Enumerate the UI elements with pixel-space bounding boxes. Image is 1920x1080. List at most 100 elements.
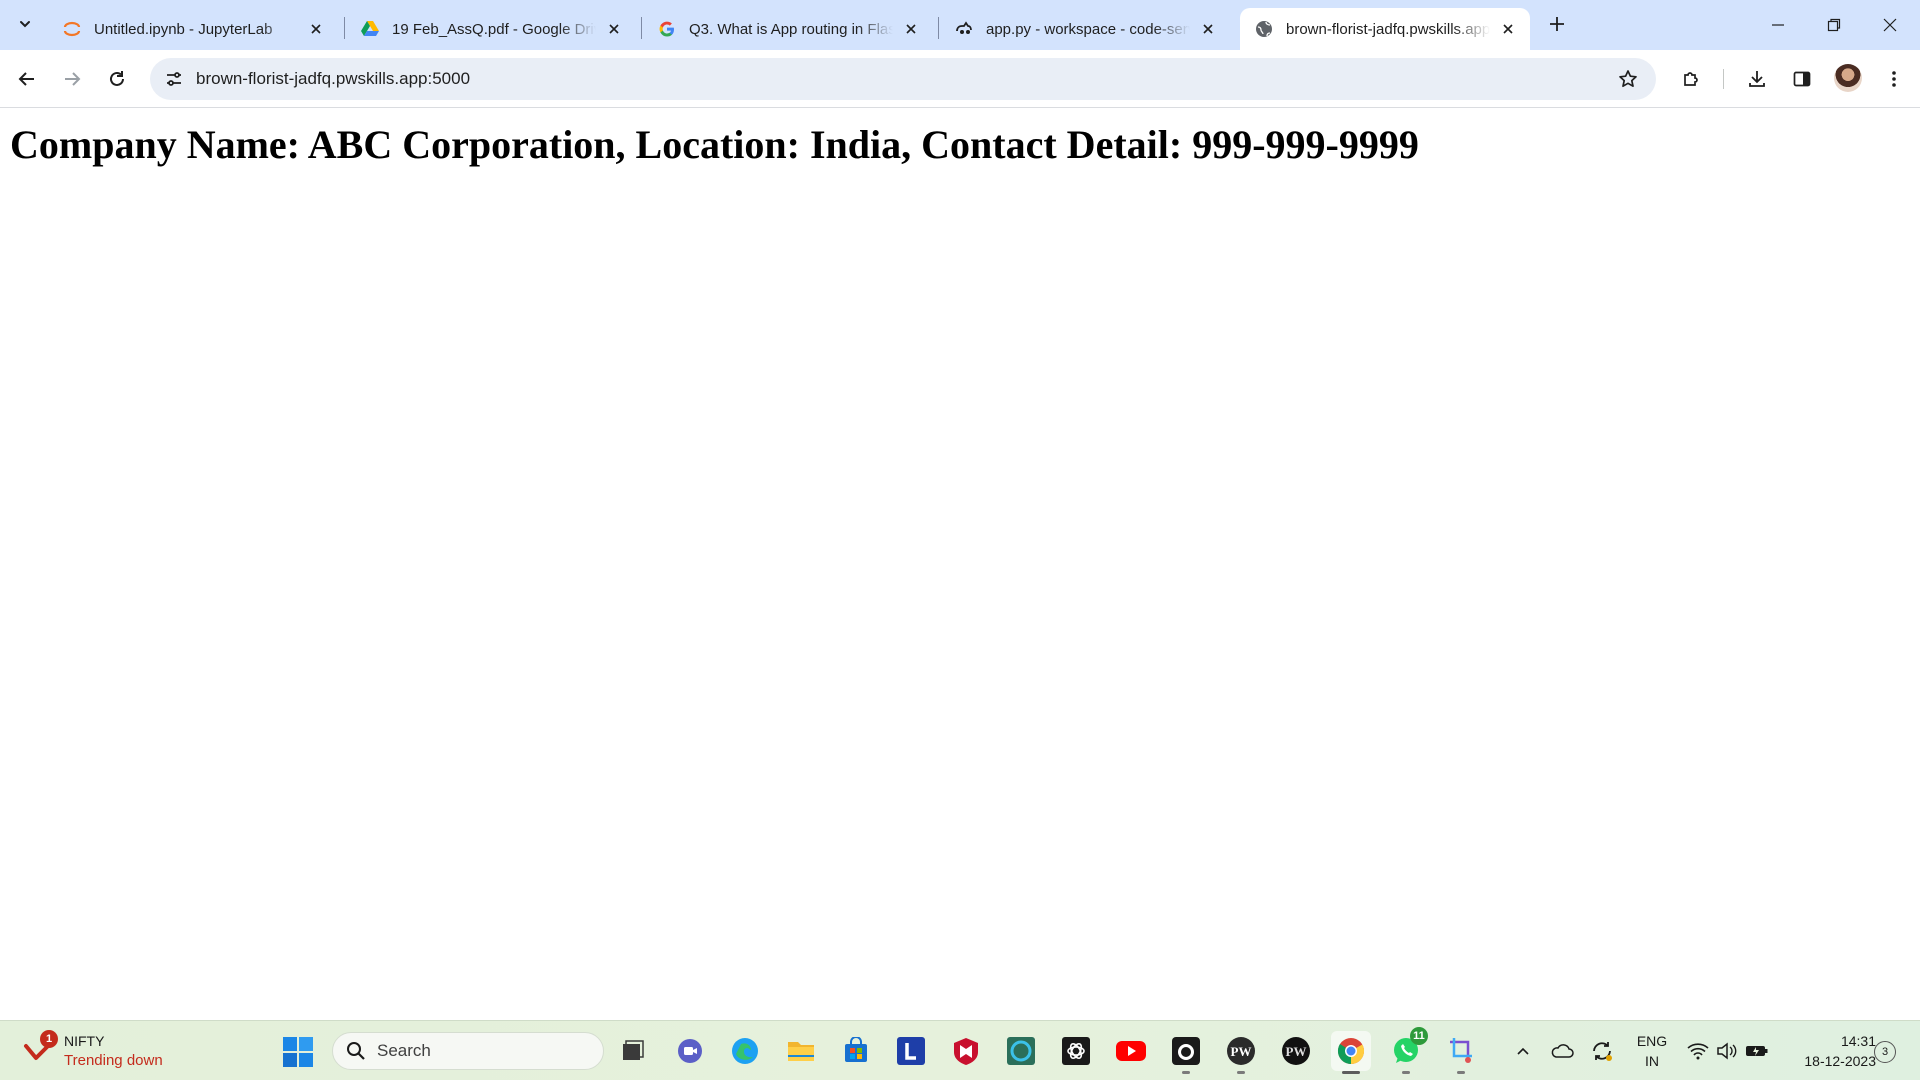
pw-dark-app[interactable]: PW: [1276, 1031, 1316, 1071]
sync-tray[interactable]: [1587, 1035, 1617, 1067]
site-info-icon[interactable]: [158, 63, 190, 95]
running-indicator: [1402, 1071, 1410, 1074]
google-drive-icon: [360, 19, 380, 39]
l-app-icon: [897, 1037, 925, 1065]
file-explorer-app[interactable]: [781, 1031, 821, 1071]
github-app[interactable]: [1166, 1031, 1206, 1074]
close-window-button[interactable]: [1862, 0, 1918, 50]
tab-title: Q3. What is App routing in Flask: [689, 20, 893, 38]
store-icon: [845, 1037, 867, 1062]
menu-button[interactable]: [1876, 61, 1912, 97]
widget-title: NIFTY: [64, 1033, 105, 1049]
forward-button[interactable]: [54, 61, 90, 97]
address-bar[interactable]: brown-florist-jadfq.pwskills.app:5000: [150, 58, 1656, 100]
clock-date: 18-12-2023: [1804, 1053, 1876, 1069]
mcafee-app[interactable]: [946, 1031, 986, 1071]
tab-google-search[interactable]: Q3. What is App routing in Flask: [643, 8, 933, 50]
wifi-tray[interactable]: [1683, 1035, 1713, 1067]
tab-strip: Untitled.ipynb - JupyterLab 19 Feb_AssQ.…: [0, 0, 1920, 50]
tab-code-server[interactable]: app.py - workspace - code-server: [940, 8, 1230, 50]
volume-tray[interactable]: [1712, 1035, 1742, 1067]
tab-jupyterlab[interactable]: Untitled.ipynb - JupyterLab: [48, 8, 338, 50]
wifi-icon: [1687, 1043, 1709, 1060]
close-icon[interactable]: [604, 19, 624, 39]
download-icon: [1749, 71, 1765, 87]
youtube-app[interactable]: [1111, 1031, 1151, 1071]
new-tab-button[interactable]: [1542, 9, 1572, 39]
tab-title: brown-florist-jadfq.pwskills.app:5000: [1286, 20, 1490, 38]
input-language[interactable]: ENG IN: [1630, 1031, 1674, 1071]
globe-icon: [1254, 19, 1274, 39]
downloads-button[interactable]: [1739, 61, 1775, 97]
youtube-icon: [1116, 1041, 1146, 1061]
tab-divider: [641, 17, 642, 39]
whatsapp-app[interactable]: 11: [1386, 1027, 1428, 1074]
store-app[interactable]: [836, 1031, 876, 1071]
reload-icon: [110, 71, 124, 86]
close-icon[interactable]: [1498, 19, 1518, 39]
file-explorer-icon: [788, 1042, 814, 1061]
side-panel-button[interactable]: [1784, 61, 1820, 97]
snipping-tool-icon: [1450, 1038, 1472, 1063]
reload-button[interactable]: [99, 61, 135, 97]
chevron-down-icon: [20, 21, 30, 28]
pw-app[interactable]: PW: [1221, 1031, 1261, 1074]
pw-dark-icon: PW: [1282, 1037, 1310, 1065]
volume-icon: [1717, 1042, 1737, 1060]
running-indicator: [1182, 1071, 1190, 1074]
notification-badge: 11: [1410, 1027, 1428, 1045]
battery-charging-icon: [1746, 1046, 1768, 1056]
profile-avatar[interactable]: [1834, 64, 1862, 92]
tab-search-button[interactable]: [9, 8, 41, 40]
close-icon: [1883, 18, 1897, 32]
back-button[interactable]: [9, 61, 45, 97]
weather-stock-widget[interactable]: 1 NIFTY Trending down: [22, 1029, 163, 1073]
language-code: ENG: [1636, 1033, 1668, 1049]
extensions-button[interactable]: [1673, 61, 1709, 97]
restore-button[interactable]: [1806, 0, 1862, 50]
mcafee-icon: [954, 1038, 978, 1065]
plus-icon: [1550, 17, 1564, 31]
minimize-button[interactable]: [1750, 0, 1806, 50]
github-icon: [1172, 1037, 1200, 1065]
start-button[interactable]: [282, 1036, 314, 1068]
meet-app[interactable]: [670, 1031, 710, 1071]
tab-title: app.py - workspace - code-server: [986, 20, 1190, 38]
snipping-tool-app[interactable]: [1441, 1031, 1481, 1074]
windows-icon: [283, 1037, 313, 1067]
tab-google-drive[interactable]: 19 Feb_AssQ.pdf - Google Drive: [346, 8, 636, 50]
code-server-icon: [954, 19, 974, 39]
chrome-app[interactable]: [1331, 1031, 1371, 1074]
tab-pwskills-app[interactable]: brown-florist-jadfq.pwskills.app:5000: [1240, 8, 1530, 50]
widget-subtitle: Trending down: [64, 1052, 163, 1069]
google-icon: [657, 19, 677, 39]
tab-title: Untitled.ipynb - JupyterLab: [94, 20, 273, 38]
running-indicator: [1342, 1071, 1360, 1074]
chatgpt-icon: [1062, 1037, 1090, 1065]
tab-title: 19 Feb_AssQ.pdf - Google Drive: [392, 20, 596, 38]
svg-text:PW: PW: [1231, 1044, 1252, 1059]
task-view-icon: [623, 1040, 644, 1060]
url-text[interactable]: brown-florist-jadfq.pwskills.app:5000: [196, 69, 470, 89]
taskbar-search[interactable]: Search: [332, 1032, 604, 1070]
show-hidden-icons-button[interactable]: [1508, 1035, 1538, 1067]
task-view-button[interactable]: [613, 1031, 653, 1071]
close-icon[interactable]: [1198, 19, 1218, 39]
onedrive-tray[interactable]: [1547, 1035, 1577, 1067]
l-app[interactable]: [891, 1031, 931, 1071]
chatgpt-app[interactable]: [1056, 1031, 1096, 1071]
page-content: Company Name: ABC Corporation, Location:…: [0, 108, 1920, 1020]
close-icon[interactable]: [901, 19, 921, 39]
browser-toolbar: brown-florist-jadfq.pwskills.app:5000: [0, 50, 1920, 108]
search-icon: [345, 1040, 367, 1062]
bookmark-star-icon[interactable]: [1612, 63, 1644, 95]
notification-center-button[interactable]: 3: [1874, 1041, 1896, 1063]
toolbar-divider: [1723, 69, 1724, 89]
battery-tray[interactable]: [1742, 1035, 1772, 1067]
edge-app[interactable]: [725, 1031, 765, 1071]
taskbar-clock[interactable]: 14:31 18-12-2023: [1780, 1031, 1876, 1071]
restore-icon: [1827, 18, 1841, 32]
arrow-left-icon: [18, 72, 34, 86]
close-icon[interactable]: [306, 19, 326, 39]
alexa-app[interactable]: [1001, 1031, 1041, 1071]
